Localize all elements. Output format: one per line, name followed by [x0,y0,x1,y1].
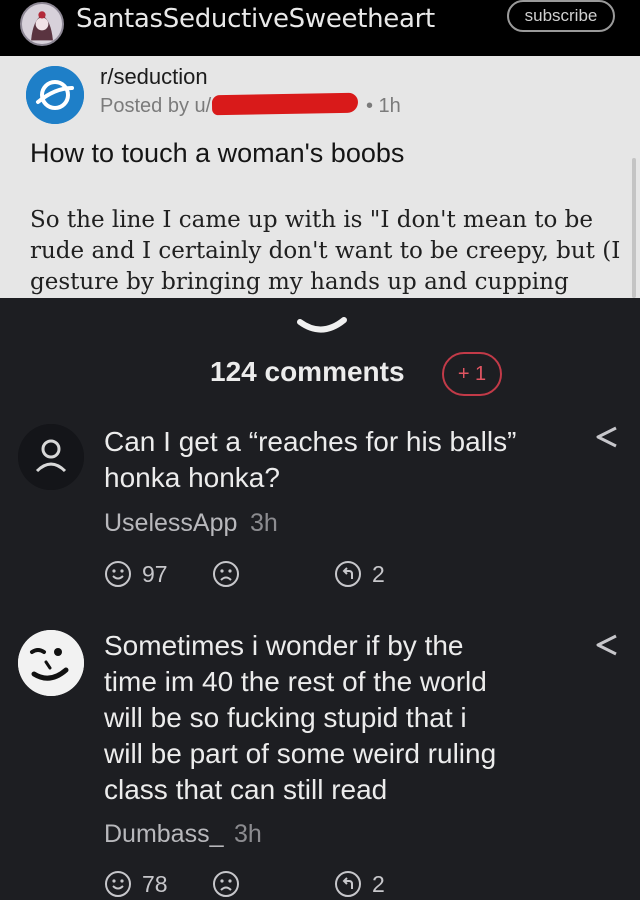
like-count: 97 [142,560,168,587]
frown-icon [213,871,239,897]
post-time: • 1h [366,95,401,117]
comments-count: 124 comments [210,356,405,387]
comment-time: 3h [234,820,262,848]
chevron-down-icon[interactable] [296,316,348,336]
share-icon[interactable] [594,426,620,448]
dislike-button[interactable] [212,560,240,588]
default-user-avatar[interactable] [18,424,84,490]
comment-author[interactable]: Dumbass_ [104,820,224,849]
reply-icon [335,561,361,587]
post-card[interactable]: r/seduction Posted by u/ • 1h How to tou… [0,56,640,298]
reply-button[interactable]: 2 [334,870,385,898]
subreddit-name[interactable]: r/seduction [100,64,208,90]
channel-name[interactable]: SantasSeductiveSweetheart [76,4,435,34]
comment-time: 3h [250,509,278,537]
post-scrollbar[interactable] [632,158,636,298]
comment-text: Can I get a “reaches for his balls” honk… [104,426,517,493]
frown-icon [213,561,239,587]
smile-icon [105,871,131,897]
share-icon[interactable] [594,634,620,656]
like-button[interactable]: 78 [104,870,168,898]
dislike-button[interactable] [212,870,240,898]
smile-icon [105,561,131,587]
like-button[interactable]: 97 [104,560,168,588]
posted-by-label: Posted by u/ [100,95,212,117]
comment-text: Sometimes i wonder if by the time im 40 … [104,630,497,805]
reply-button[interactable]: 2 [334,560,385,588]
channel-avatar[interactable] [20,2,64,46]
post-body: So the line I came up with is "I don't m… [30,207,621,295]
reply-count: 2 [372,560,385,587]
username-redaction [211,92,359,116]
reply-icon [335,871,361,897]
custom-user-avatar[interactable] [18,630,84,696]
subreddit-planet-icon [26,66,84,124]
reply-count: 2 [372,870,385,897]
post-title[interactable]: How to touch a woman's boobs [30,138,404,169]
subscribe-button[interactable]: subscribe [507,0,615,32]
new-comments-badge: + 1 [442,352,502,396]
like-count: 78 [142,870,168,897]
comment-author[interactable]: UselessApp [104,509,237,538]
channel-header: SantasSeductiveSweetheart subscribe [0,0,640,56]
